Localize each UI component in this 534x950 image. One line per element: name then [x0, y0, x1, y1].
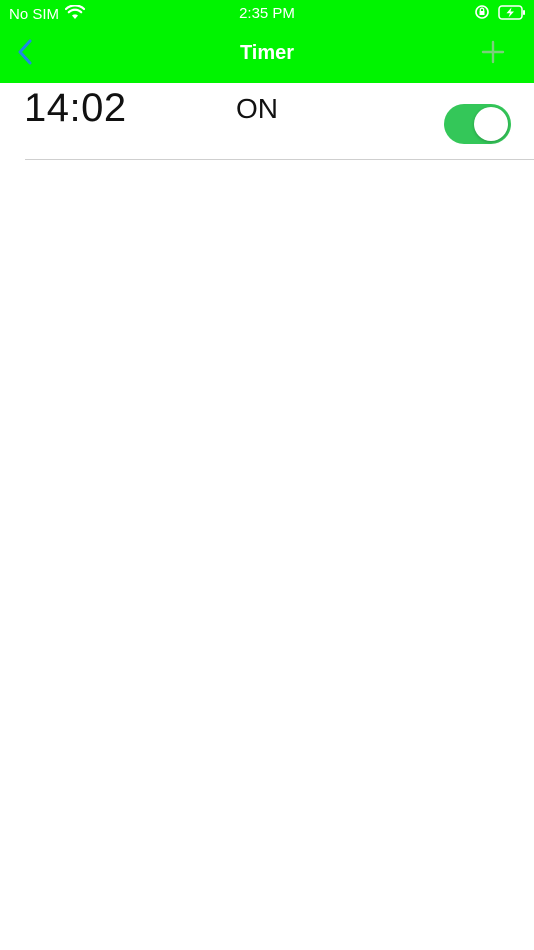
timer-state: ON: [236, 93, 278, 124]
timer-row[interactable]: 14:02 ON: [0, 83, 534, 160]
row-divider: [25, 159, 534, 160]
status-bar: No SIM 2:35 PM: [0, 0, 534, 28]
status-right-icons: [474, 4, 526, 24]
add-timer-button[interactable]: [480, 40, 506, 69]
rotation-lock-icon: [474, 4, 490, 24]
navigation-bar: Timer: [0, 28, 534, 83]
toggle-knob: [474, 107, 508, 141]
status-time: 2:35 PM: [239, 5, 295, 22]
battery-charging-icon: [498, 4, 526, 24]
page-title: Timer: [239, 42, 295, 64]
plus-icon: [481, 40, 505, 69]
top-bar: No SIM 2:35 PM Timer: [0, 0, 534, 83]
timer-time: 14:02: [24, 86, 127, 130]
timer-toggle[interactable]: [444, 104, 511, 144]
